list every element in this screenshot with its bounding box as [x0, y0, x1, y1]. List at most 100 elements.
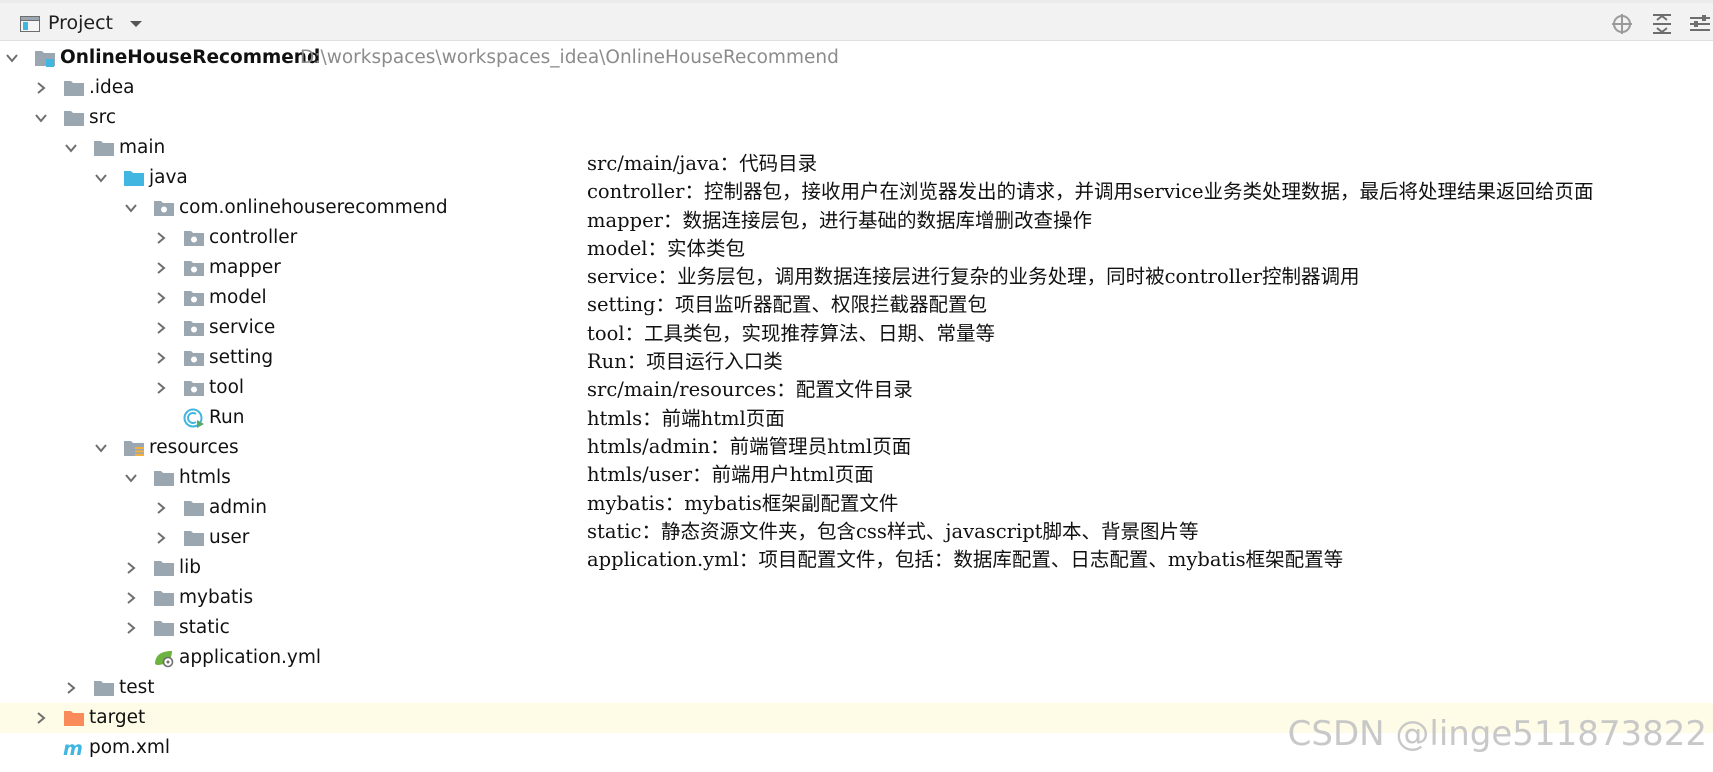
package-icon [184, 261, 204, 276]
chevron-down-icon[interactable] [94, 441, 108, 455]
tree-label: main [119, 137, 166, 158]
note-line: tool：工具类包，实现推荐算法、日期、常量等 [587, 321, 996, 345]
tree-label: admin [209, 497, 267, 518]
folder-icon [154, 471, 174, 486]
tree-label: setting [209, 347, 274, 368]
directory-notes: src/main/java：代码目录 controller：控制器包，接收用户在… [587, 150, 1697, 574]
tree-node-static[interactable]: static [0, 613, 1713, 643]
chevron-right-icon[interactable] [154, 291, 168, 305]
note-line: service：业务层包，调用数据连接层进行复杂的业务处理，同时被control… [587, 265, 1360, 289]
folder-icon [64, 111, 84, 126]
module-folder-icon [35, 51, 55, 67]
tree-label: src [89, 107, 117, 128]
package-icon [184, 381, 204, 396]
folder-icon [184, 531, 204, 546]
view-title[interactable]: Project [48, 12, 113, 34]
tree-label: Run [209, 407, 245, 428]
chevron-right-icon[interactable] [154, 261, 168, 275]
note-line: setting：项目监听器配置、权限拦截器配置包 [587, 293, 987, 317]
tree-label: test [119, 677, 155, 698]
package-icon [184, 321, 204, 336]
folder-icon [64, 81, 84, 96]
chevron-down-icon[interactable] [124, 201, 138, 215]
package-icon [154, 201, 174, 216]
svg-text:m: m [63, 738, 83, 758]
note-line: controller：控制器包，接收用户在浏览器发出的请求，并调用service… [587, 180, 1594, 204]
package-icon [184, 231, 204, 246]
folder-icon [94, 141, 114, 156]
tool-window-header: Project [0, 0, 1713, 41]
excluded-folder-icon [64, 711, 84, 726]
dropdown-icon[interactable] [128, 18, 144, 30]
project-view-icon [20, 16, 40, 32]
tree-node-mybatis[interactable]: mybatis [0, 583, 1713, 613]
resources-folder-icon [124, 441, 144, 456]
settings-icon[interactable] [1688, 13, 1712, 35]
chevron-right-icon[interactable] [64, 681, 78, 695]
java-class-run-icon [183, 408, 204, 428]
chevron-right-icon[interactable] [34, 81, 48, 95]
note-line: mapper：数据连接层包，进行基础的数据库增删改查操作 [587, 208, 1092, 232]
tree-label: resources [149, 437, 239, 458]
chevron-down-icon[interactable] [5, 51, 19, 65]
tree-label: tool [209, 377, 245, 398]
chevron-right-icon[interactable] [154, 381, 168, 395]
folder-icon [154, 621, 174, 636]
tree-label: mybatis [179, 587, 254, 608]
folder-icon [94, 681, 114, 696]
chevron-right-icon[interactable] [124, 591, 138, 605]
chevron-down-icon[interactable] [64, 141, 78, 155]
note-line: src/main/resources：配置文件目录 [587, 378, 913, 402]
tree-node-root[interactable]: OnlineHouseRecommend D:\workspaces\works… [0, 43, 1713, 73]
collapse-all-icon[interactable] [1650, 13, 1674, 35]
note-line: htmls/admin：前端管理员html页面 [587, 434, 912, 458]
tree-label: controller [209, 227, 298, 248]
folder-icon [154, 561, 174, 576]
chevron-down-icon[interactable] [34, 111, 48, 125]
chevron-down-icon[interactable] [124, 471, 138, 485]
chevron-right-icon[interactable] [124, 621, 138, 635]
tree-node-idea[interactable]: .idea [0, 73, 1713, 103]
tree-label: java [149, 167, 188, 188]
tree-node-test[interactable]: test [0, 673, 1713, 703]
maven-icon: m [63, 738, 83, 758]
project-path: D:\workspaces\workspaces_idea\OnlineHous… [300, 47, 839, 68]
tree-label: static [179, 617, 230, 638]
note-line: src/main/java：代码目录 [587, 152, 818, 175]
locate-icon[interactable] [1610, 13, 1634, 35]
chevron-right-icon[interactable] [154, 501, 168, 515]
tree-label: application.yml [179, 647, 322, 668]
tree-label: target [89, 707, 146, 728]
tree-label: .idea [89, 77, 135, 98]
chevron-down-icon[interactable] [94, 171, 108, 185]
tree-label: pom.xml [89, 737, 171, 758]
chevron-right-icon[interactable] [34, 711, 48, 725]
chevron-right-icon[interactable] [154, 231, 168, 245]
project-name: OnlineHouseRecommend [60, 47, 321, 68]
note-line: mybatis：mybatis框架副配置文件 [587, 491, 899, 515]
tree-node-src[interactable]: src [0, 103, 1713, 133]
project-tool-window: Project OnlineHouseRecommend D:\workspac… [0, 0, 1713, 772]
chevron-right-icon[interactable] [154, 351, 168, 365]
note-line: Run：项目运行入口类 [587, 350, 783, 374]
folder-icon [184, 501, 204, 516]
chevron-right-icon[interactable] [124, 561, 138, 575]
tree-label: lib [179, 557, 202, 578]
package-icon [184, 291, 204, 306]
note-line: static：静态资源文件夹，包含css样式、javascript脚本、背景图片… [587, 519, 1199, 543]
chevron-right-icon[interactable] [154, 531, 168, 545]
tree-label: service [209, 317, 276, 338]
tree-node-application-yml[interactable]: application.yml [0, 643, 1713, 673]
tree-label: mapper [209, 257, 281, 278]
tree-label: com.onlinehouserecommend [179, 197, 448, 218]
tree-label: htmls [179, 467, 231, 488]
note-line: model：实体类包 [587, 236, 745, 260]
chevron-right-icon[interactable] [154, 321, 168, 335]
source-folder-icon [124, 171, 144, 186]
package-icon [184, 351, 204, 366]
note-line: application.yml：项目配置文件，包括：数据库配置、日志配置、myb… [587, 548, 1344, 572]
tree-label: user [209, 527, 250, 548]
note-line: htmls：前端html页面 [587, 406, 785, 430]
note-line: htmls/user：前端用户html页面 [587, 463, 874, 487]
watermark: CSDN @linge511873822 [1287, 714, 1707, 754]
